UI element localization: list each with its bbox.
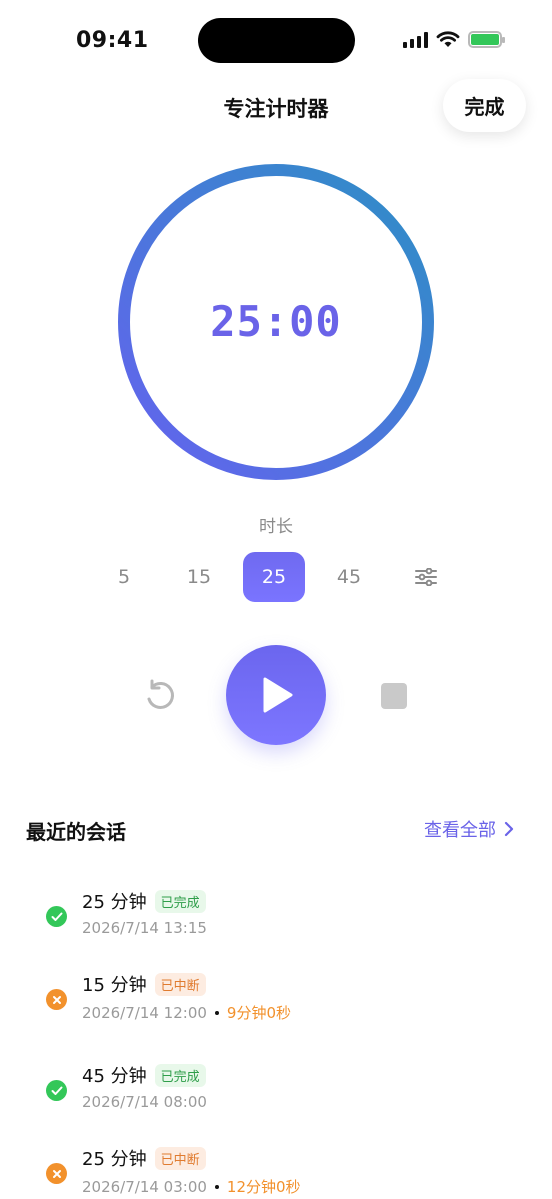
check-icon: [46, 1080, 67, 1101]
custom-duration-button[interactable]: [395, 552, 457, 602]
status-badge: 已完成: [154, 1063, 206, 1087]
session-elapsed: 9分钟0秒: [226, 1004, 292, 1022]
meta-separator: [214, 1184, 219, 1189]
session-duration: 25 分钟: [82, 892, 147, 913]
timer-ring: 25:00: [117, 163, 435, 481]
play-button[interactable]: [226, 645, 326, 745]
reset-button[interactable]: [141, 677, 177, 713]
play-icon: [263, 677, 293, 713]
duration-options: 5 15 25 45: [93, 552, 457, 602]
session-item[interactable]: 25 分钟 已完成 2026/7/14 13:15: [46, 888, 532, 948]
recent-sessions-title: 最近的会话: [26, 820, 126, 844]
dynamic-island: [198, 18, 355, 63]
session-elapsed: 12分钟0秒: [226, 1178, 301, 1196]
session-date: 2026/7/14 12:00: [82, 1003, 207, 1022]
timer-display: 25:00: [210, 297, 342, 346]
status-badge: 已中断: [154, 1146, 206, 1170]
session-item[interactable]: 15 分钟 已中断 2026/7/14 12:00 9分钟0秒: [46, 971, 532, 1031]
duration-option-45[interactable]: 45: [318, 552, 380, 602]
meta-separator: [214, 1010, 219, 1015]
duration-option-5[interactable]: 5: [93, 552, 155, 602]
status-badge: 已中断: [154, 972, 206, 996]
session-item[interactable]: 25 分钟 已中断 2026/7/14 03:00 12分钟0秒: [46, 1145, 532, 1199]
wifi-icon: [436, 31, 460, 47]
duration-option-15[interactable]: 15: [168, 552, 230, 602]
status-icons: [403, 30, 505, 48]
battery-icon: [468, 30, 505, 48]
done-button[interactable]: 完成: [443, 79, 526, 132]
session-item[interactable]: 45 分钟 已完成 2026/7/14 08:00: [46, 1062, 532, 1122]
session-date: 2026/7/14 08:00: [82, 1093, 207, 1111]
session-date: 2026/7/14 03:00: [82, 1177, 207, 1196]
stop-button[interactable]: [381, 683, 407, 709]
view-all-label: 查看全部: [424, 820, 496, 841]
close-icon: [46, 1163, 67, 1184]
view-all-link[interactable]: 查看全部: [424, 816, 514, 842]
status-bar: 09:41: [0, 0, 552, 80]
check-icon: [46, 906, 67, 927]
session-date: 2026/7/14 13:15: [82, 919, 207, 937]
duration-option-25[interactable]: 25: [243, 552, 305, 602]
sliders-icon: [415, 568, 437, 586]
close-icon: [46, 989, 67, 1010]
session-duration: 25 分钟: [82, 1149, 147, 1170]
status-time: 09:41: [76, 28, 149, 53]
chevron-right-icon: [504, 821, 514, 837]
status-badge: 已完成: [154, 889, 206, 913]
session-duration: 45 分钟: [82, 1066, 147, 1087]
signal-icon: [403, 30, 428, 48]
session-duration: 15 分钟: [82, 975, 147, 996]
duration-label: 时长: [259, 517, 293, 537]
phone-screen: 09:41 专注计时器 完成 25:00 时长 5 15 25 45 最近的会话…: [0, 0, 552, 1199]
rotate-left-icon: [147, 679, 174, 709]
